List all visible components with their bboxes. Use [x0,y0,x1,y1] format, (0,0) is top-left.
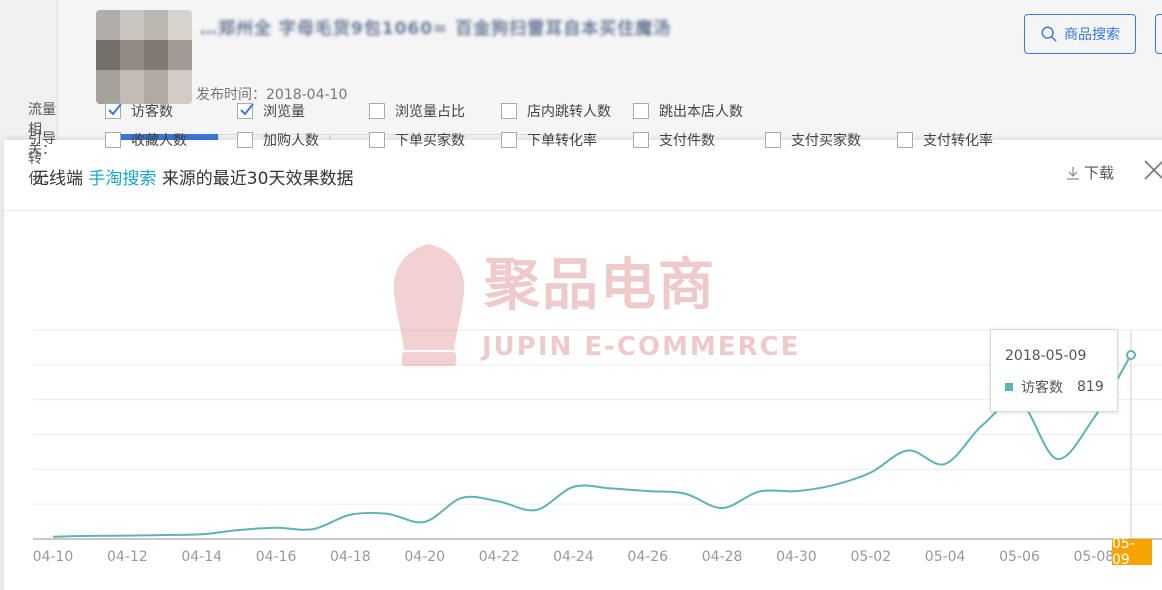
filter-option[interactable]: 收藏人数 [105,130,187,150]
filter-option-label: 下单转化率 [527,133,597,149]
product-thumbnail [96,10,192,104]
checkbox[interactable] [501,132,517,148]
filter-option-label: 收藏人数 [131,133,187,149]
checkbox[interactable] [633,103,649,119]
checkbox[interactable] [633,132,649,148]
tooltip-date: 2018-05-09 [1005,348,1087,364]
checkbox[interactable] [369,103,385,119]
filter-option[interactable]: 支付转化率 [897,130,993,150]
checkbox[interactable] [501,103,517,119]
filter-option-label: 访客数 [131,104,173,120]
filter-option-label: 支付件数 [659,133,715,149]
download-button[interactable]: 下载 [1066,162,1114,183]
checkbox[interactable] [897,132,913,148]
filter-option-label: 跳出本店人数 [659,104,743,120]
filter-option[interactable]: 访客数 [105,101,173,121]
check-icon [108,103,122,116]
x-tick-label: 04-24 [553,549,594,565]
title-source: 手淘搜索 [88,169,157,189]
filter-row-label: 引导转化： [28,131,56,187]
filter-option-label: 支付转化率 [923,133,993,149]
series-swatch [1005,383,1013,391]
filter-option-label: 浏览量 [263,104,305,120]
filter-option[interactable]: 加购人数 [237,130,319,150]
series-line-visitors [52,354,1132,538]
filter-option-label: 支付买家数 [791,133,861,149]
filter-option[interactable]: 下单转化率 [501,130,597,150]
x-tick-label: 05-02 [850,549,891,565]
product-search-label: 商品搜索 [1064,27,1120,43]
x-tick-label: 04-26 [627,549,668,565]
filter-option[interactable]: 支付件数 [633,130,715,150]
checkbox[interactable] [105,103,122,119]
filter-option[interactable]: 支付买家数 [765,130,861,150]
download-icon [1067,166,1079,180]
x-tick-label: 05-06 [999,549,1040,565]
checkbox[interactable] [105,132,121,148]
x-tick-label: 04-30 [776,549,817,565]
x-tick-label: 04-18 [330,549,371,565]
modal-header: 无线端 手淘搜索 来源的最近30天效果数据 下载 [4,140,1162,211]
checkbox[interactable] [369,132,385,148]
product-title[interactable]: …郑州全 字母毛货9包1060= 百金狗扫雷耳自本买住魔汤 [200,14,671,39]
x-tick-label: 04-14 [181,549,222,565]
checkbox[interactable] [765,132,781,148]
more-button[interactable] [1155,14,1162,54]
tooltip-series: 访客数 [1021,380,1063,396]
x-tick-label: 04-10 [33,549,74,565]
close-icon[interactable] [1142,158,1162,182]
title-suffix: 来源的最近30天效果数据 [161,169,354,189]
x-axis-highlight-label: 05-09 [1112,536,1152,568]
filter-option-label: 下单买家数 [395,133,465,149]
checkbox[interactable] [237,103,254,119]
x-tick-label: 04-28 [702,549,743,565]
chart-tooltip: 2018-05-09 访客数 819 [990,329,1118,412]
product-search-button[interactable]: 商品搜索 [1024,14,1136,54]
tooltip-value: 819 [1077,379,1104,395]
filter-option[interactable]: 下单买家数 [369,130,465,150]
modal-title: 无线端 手淘搜索 来源的最近30天效果数据 [32,164,353,189]
check-icon [240,103,254,116]
filter-option-label: 加购人数 [263,133,319,149]
visitor-trend-chart[interactable]: 04-10 04-12 04-14 04-16 04-18 04-20 04-22 04-24… [0,320,1162,590]
filter-option[interactable]: 浏览量占比 [369,101,465,121]
data-point-highlight[interactable] [1126,349,1136,360]
filter-option-label: 浏览量占比 [395,104,465,120]
x-tick-label: 04-12 [107,549,148,565]
x-tick-label: 04-16 [256,549,297,565]
tooltip-row: 访客数 819 [1005,377,1104,397]
filter-option[interactable]: 跳出本店人数 [633,101,743,121]
x-tick-label: 04-22 [479,549,520,565]
download-label: 下载 [1084,164,1115,182]
x-tick-label: 05-04 [925,549,966,565]
filter-option[interactable]: 店内跳转人数 [501,101,611,121]
search-icon [1041,26,1057,42]
x-tick-label: 04-20 [404,549,445,565]
x-tick-label: 05-08 [1073,549,1114,565]
checkbox[interactable] [237,132,253,148]
filter-option[interactable]: 浏览量 [237,101,305,121]
filter-option-label: 店内跳转人数 [527,104,611,120]
